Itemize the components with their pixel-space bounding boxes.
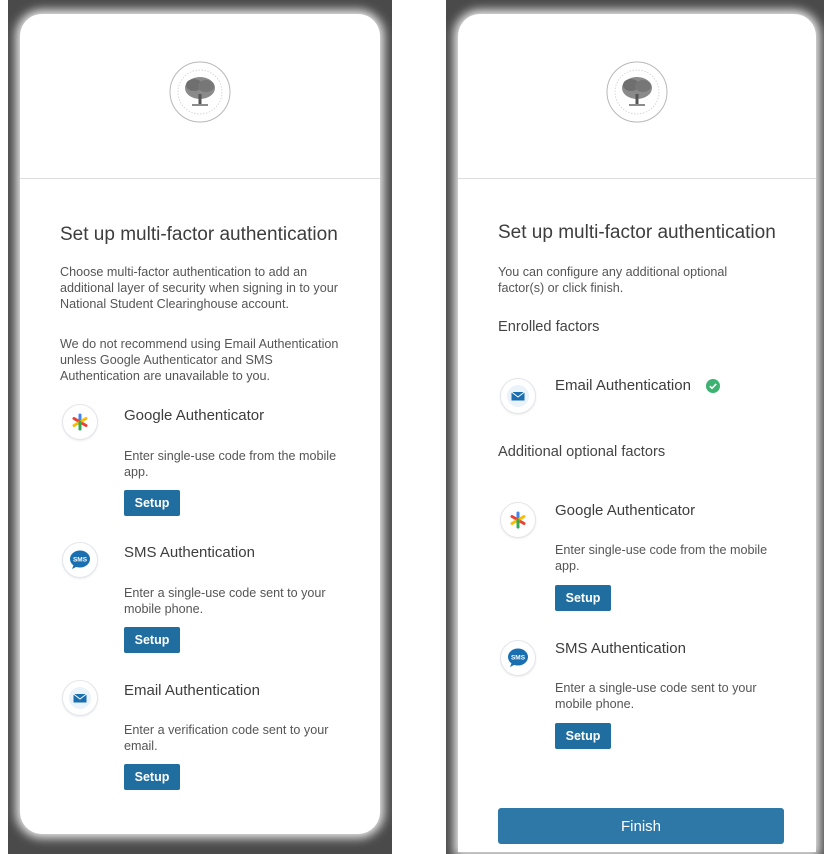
setup-sms-button[interactable]: Setup [124, 627, 180, 653]
factor-desc-sms: Enter a single-use code sent to your mob… [124, 586, 326, 616]
sms-icon: SMS [500, 640, 536, 676]
factor-name-sms: SMS Authentication [124, 544, 255, 561]
factor-name-sms: SMS Authentication [555, 640, 686, 657]
setup-email-button[interactable]: Setup [124, 764, 180, 790]
svg-text:SMS: SMS [73, 557, 88, 564]
intro-text: You can configure any additional optiona… [498, 265, 728, 295]
check-circle-icon [706, 379, 720, 393]
google-authenticator-icon [62, 404, 98, 440]
factor-name-google: Google Authenticator [124, 407, 265, 424]
sms-icon: SMS [62, 542, 98, 578]
enrolled-factor-email: Email Authentication [555, 377, 691, 394]
finish-button[interactable]: Finish [498, 808, 784, 844]
factor-name-google: Google Authenticator [555, 502, 696, 519]
clearinghouse-seal-logo [606, 61, 668, 123]
recommendation-note: We do not recommend using Email Authenti… [60, 337, 339, 383]
right-panel: Set up multi-factor authentication You c… [446, 0, 824, 854]
card-header [458, 14, 816, 179]
setup-google-button[interactable]: Setup [555, 585, 611, 611]
intro-text: Choose multi-factor authentication to ad… [60, 265, 338, 311]
enrolled-factors-heading: Enrolled factors [498, 319, 600, 335]
factor-desc-google: Enter single-use code from the mobile ap… [555, 543, 768, 573]
optional-factors-heading: Additional optional factors [498, 444, 666, 460]
clearinghouse-seal-logo [169, 61, 231, 123]
card-header [20, 14, 380, 179]
setup-sms-button[interactable]: Setup [555, 723, 611, 749]
factor-desc-google: Enter single-use code from the mobile ap… [124, 449, 337, 479]
page-title: Set up multi-factor authentication [60, 224, 338, 245]
factor-desc-email: Enter a verification code sent to your e… [124, 723, 329, 753]
factor-desc-sms: Enter a single-use code sent to your mob… [555, 681, 757, 711]
factor-name-email: Email Authentication [124, 682, 260, 699]
setup-google-button[interactable]: Setup [124, 490, 180, 516]
page-title: Set up multi-factor authentication [498, 222, 776, 243]
email-icon [62, 680, 98, 716]
left-panel: Set up multi-factor authentication Choos… [8, 0, 392, 854]
mfa-setup-card: Set up multi-factor authentication Choos… [20, 14, 380, 834]
svg-text:SMS: SMS [511, 655, 526, 662]
mfa-enrolled-card: Set up multi-factor authentication You c… [458, 14, 816, 852]
email-icon [500, 378, 536, 414]
google-authenticator-icon [500, 502, 536, 538]
